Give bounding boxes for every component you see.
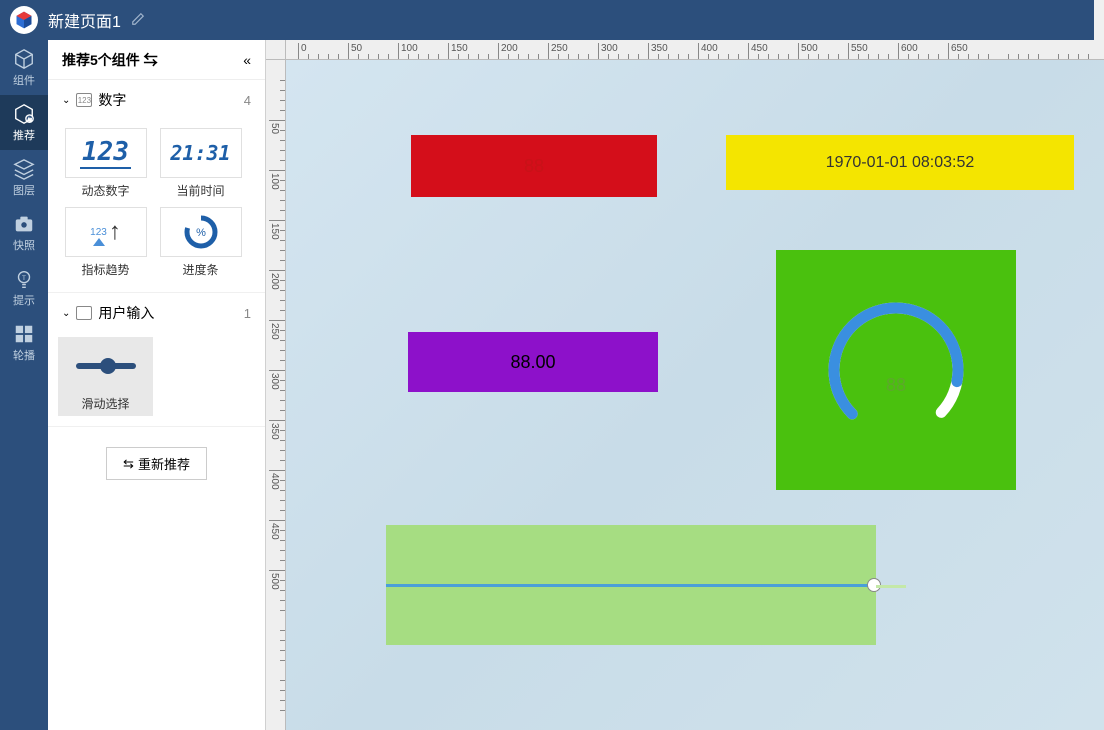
panel-header: 推荐5个组件 ⇆ «	[48, 40, 265, 80]
nav-label: 组件	[13, 72, 35, 88]
widget-red-number[interactable]: 88	[411, 135, 657, 197]
group-count: 1	[244, 306, 251, 321]
group-header[interactable]: ⌄ 123 数字 4	[48, 80, 265, 120]
collapse-panel-icon[interactable]: «	[243, 52, 251, 68]
nav-layers[interactable]: 图层	[0, 150, 48, 205]
app-logo	[10, 6, 38, 34]
comp-label: 动态数字	[81, 182, 129, 199]
nav-label: 快照	[13, 237, 35, 253]
comp-indicator-trend[interactable]: 123 ↑ 指标趋势	[58, 203, 153, 282]
chevron-down-icon: ⌄	[62, 95, 70, 106]
widget-yellow-datetime[interactable]: 1970-01-01 08:03:52	[726, 135, 1074, 190]
comp-label: 当前时间	[176, 182, 224, 199]
comp-dynamic-number[interactable]: 123 动态数字	[58, 124, 153, 203]
camera-icon	[13, 213, 35, 235]
panel-title: 推荐5个组件 ⇆	[62, 50, 158, 70]
page-title: 新建页面1	[48, 8, 121, 32]
digital-number-preview: 123	[80, 137, 131, 169]
comp-label: 进度条	[182, 261, 218, 278]
widget-value: 1970-01-01 08:03:52	[826, 154, 975, 172]
bulb-icon: T	[13, 268, 35, 290]
group-count: 4	[244, 93, 251, 108]
component-grid: 滑动选择	[48, 333, 265, 426]
indicator-preview: 123 ↑	[90, 218, 121, 246]
component-grid: 123 动态数字 21:31 当前时间 123 ↑ 指标趋势	[48, 120, 265, 292]
widget-value: 88	[524, 156, 544, 177]
rerun-label: 重新推荐	[138, 454, 190, 473]
nav-recommend[interactable]: AI 推荐	[0, 95, 48, 150]
nav-components[interactable]: 组件	[0, 40, 48, 95]
comp-thumb: 123 ↑	[65, 207, 147, 257]
chevron-down-icon: ⌄	[62, 308, 70, 319]
group-header[interactable]: ⌄ 用户输入 1	[48, 293, 265, 333]
comp-thumb: 123	[65, 128, 147, 178]
canvas-area: 050100150200250300350400450500550600650 …	[266, 40, 1104, 730]
comp-label: 滑动选择	[81, 395, 129, 412]
swap-icon: ⇆	[123, 456, 134, 472]
input-group-icon	[76, 306, 92, 320]
gauge-ring	[811, 285, 981, 455]
group-title: 数字	[98, 90, 243, 110]
nav-tips[interactable]: T 提示	[0, 260, 48, 315]
gauge-value: 88	[886, 375, 906, 396]
component-panel: 推荐5个组件 ⇆ « ⌄ 123 数字 4 123 动态数字 21:31 当前时…	[48, 40, 266, 730]
main-area: 组件 AI 推荐 图层 快照 T 提示 轮播 推荐5个组件 ⇆ «	[0, 40, 1104, 730]
slider-extension	[876, 585, 906, 588]
number-group-icon: 123	[76, 93, 92, 107]
windows-icon	[13, 323, 35, 345]
rerun-recommend-button[interactable]: ⇆ 重新推荐	[106, 447, 207, 480]
cube-icon	[13, 48, 35, 70]
nav-label: 提示	[13, 292, 35, 308]
slider-preview	[76, 363, 136, 369]
group-numbers: ⌄ 123 数字 4 123 动态数字 21:31 当前时间 123	[48, 80, 265, 293]
left-nav: 组件 AI 推荐 图层 快照 T 提示 轮播	[0, 40, 48, 730]
cube-logo-icon	[14, 10, 34, 30]
nav-snapshot[interactable]: 快照	[0, 205, 48, 260]
vertical-ruler: 50100150200250300350400450500	[266, 60, 286, 730]
group-user-input: ⌄ 用户输入 1 滑动选择	[48, 293, 265, 427]
layers-icon	[13, 158, 35, 180]
nav-label: 轮播	[13, 347, 35, 363]
widget-slider[interactable]	[386, 525, 876, 645]
progress-ring-icon: %	[183, 214, 219, 250]
svg-text:T: T	[22, 274, 26, 281]
nav-carousel[interactable]: 轮播	[0, 315, 48, 370]
ai-cube-icon: AI	[13, 103, 35, 125]
comp-label: 指标趋势	[81, 261, 129, 278]
widget-green-gauge[interactable]: 88	[776, 250, 1016, 490]
ruler-corner	[266, 40, 286, 60]
svg-text:AI: AI	[27, 117, 31, 122]
svg-text:%: %	[196, 227, 206, 239]
comp-slider-select[interactable]: 滑动选择	[58, 337, 153, 416]
edit-title-icon[interactable]	[131, 12, 145, 29]
comp-progress-bar[interactable]: % 进度条	[153, 203, 248, 282]
slider-track[interactable]	[386, 584, 876, 587]
digital-time-preview: 21:31	[170, 141, 230, 165]
horizontal-ruler: 050100150200250300350400450500550600650	[286, 40, 1104, 60]
comp-current-time[interactable]: 21:31 当前时间	[153, 124, 248, 203]
group-title: 用户输入	[98, 303, 243, 323]
design-canvas[interactable]: 88 1970-01-01 08:03:52 88.00 88	[286, 60, 1104, 730]
widget-purple-number[interactable]: 88.00	[408, 332, 658, 392]
comp-thumb	[65, 341, 147, 391]
comp-thumb: 21:31	[160, 128, 242, 178]
nav-label: 图层	[13, 182, 35, 198]
app-header: 新建页面1	[0, 0, 1104, 40]
comp-thumb: %	[160, 207, 242, 257]
widget-value: 88.00	[510, 352, 555, 373]
nav-label: 推荐	[13, 127, 35, 143]
